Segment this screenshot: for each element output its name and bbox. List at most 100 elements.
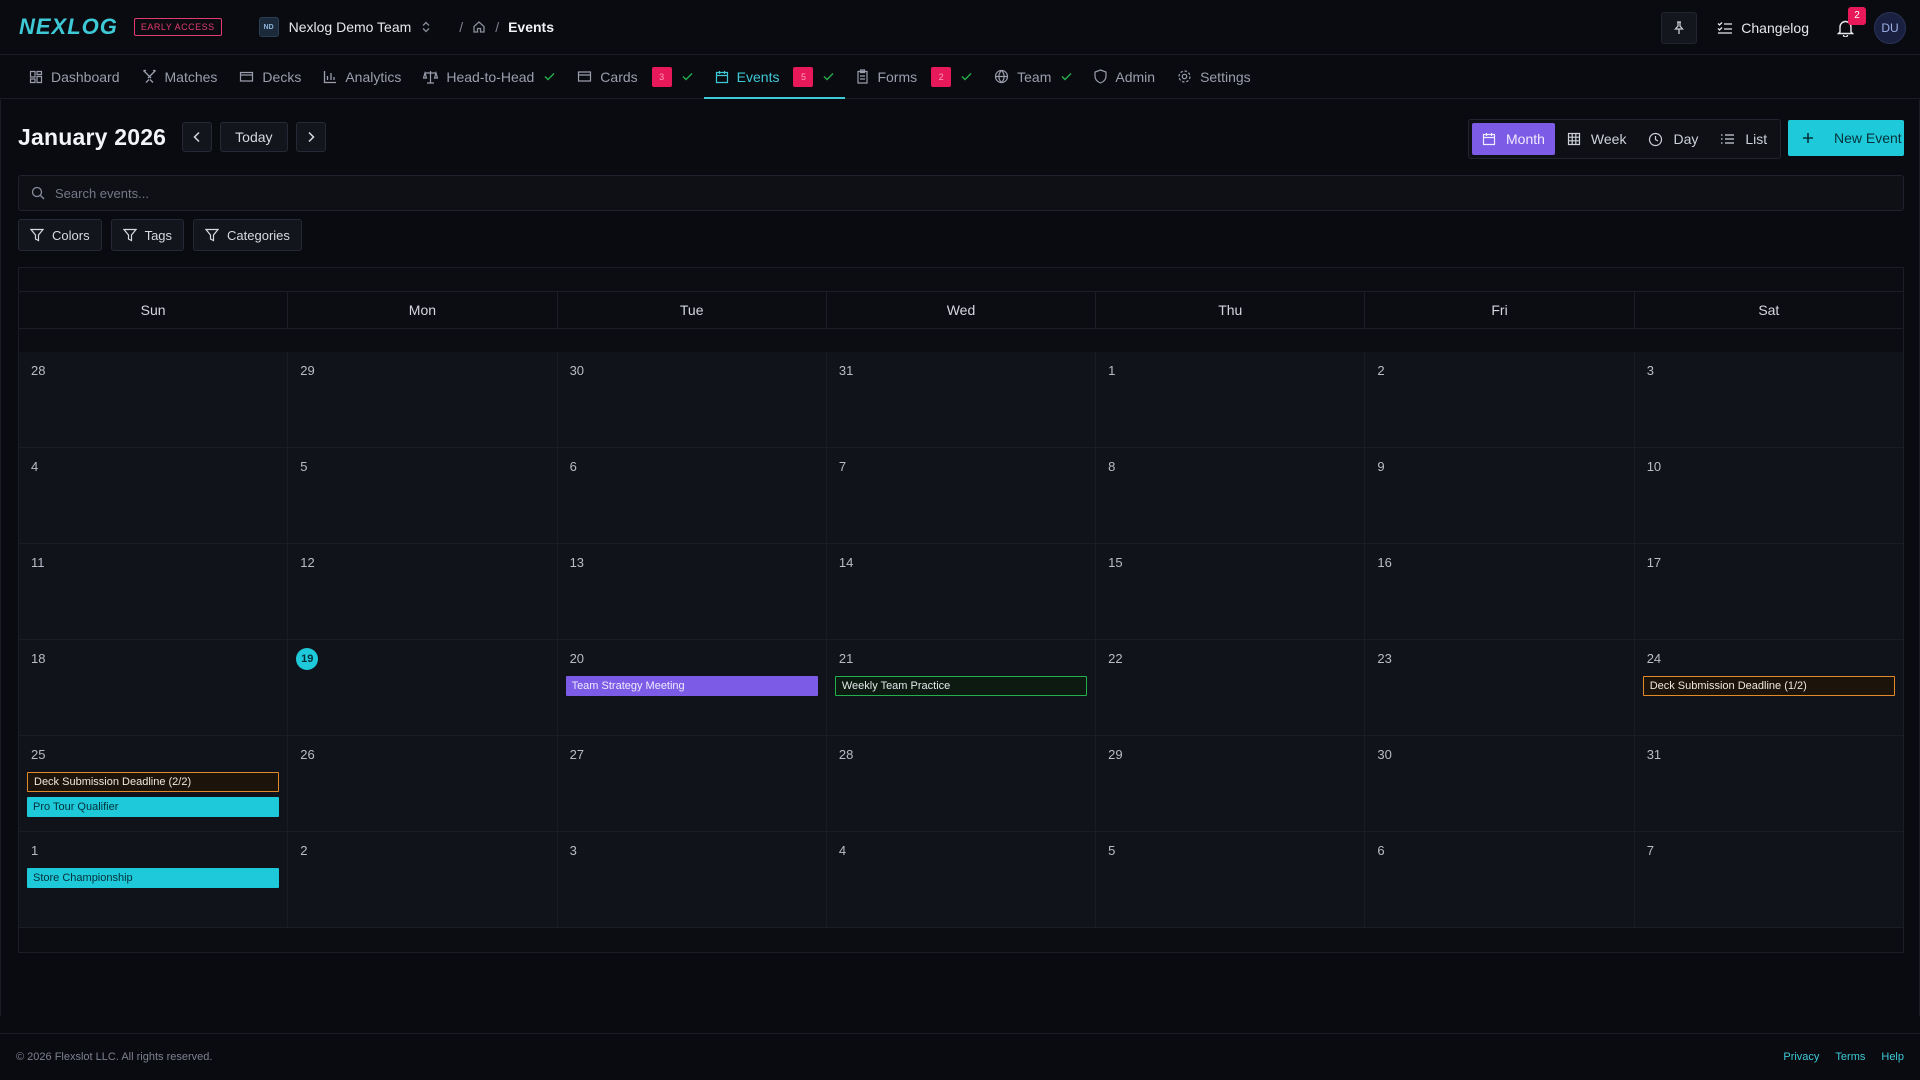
calendar-day-cell[interactable]: 14 [826, 544, 1097, 639]
day-number: 7 [1646, 843, 1654, 858]
topbar-actions: Changelog 2 DU [1661, 0, 1920, 55]
calendar-day-cell[interactable]: 25 Deck Submission Deadline (2/2) Pro Tour… [19, 736, 289, 831]
calendar-day-cell[interactable]: 5 [288, 448, 558, 543]
user-avatar[interactable]: DU [1874, 11, 1906, 44]
nav-matches[interactable]: Matches [131, 55, 229, 98]
view-list-button[interactable]: List [1710, 123, 1777, 155]
calendar-day-cell[interactable]: 30 [1365, 736, 1635, 831]
today-button[interactable]: Today [220, 122, 288, 152]
calendar-day-cell[interactable]: 17 [1634, 544, 1903, 639]
nav-head-to-head[interactable]: Head-to-Head [412, 55, 566, 98]
day-events: Deck Submission Deadline (2/2) Pro Tour Q… [27, 772, 280, 817]
search-input[interactable] [55, 185, 1855, 201]
calendar-day-cell[interactable]: 20 Team Strategy Meeting [557, 640, 827, 735]
team-switcher[interactable]: ND Nexlog Demo Team [258, 17, 432, 37]
calendar-day-cell[interactable]: 18 [19, 640, 289, 735]
calendar-weeks: 28 29 30 31 1 2 3 4 5 6 7 8 9 10 11 12 13 14 15 16 17 18 19 20 T… [19, 352, 1903, 928]
pin-button[interactable] [1661, 11, 1698, 44]
calendar-day-cell[interactable]: 31 [826, 352, 1097, 447]
nav-decks[interactable]: Decks [228, 55, 312, 98]
new-event-button[interactable]: New Event [1788, 120, 1904, 156]
view-week-button[interactable]: Week [1557, 123, 1637, 155]
day-number: 3 [1646, 363, 1654, 378]
calendar-day-cell[interactable]: 23 [1365, 640, 1635, 735]
calendar-day-cell[interactable]: 19 [288, 640, 558, 735]
help-link[interactable]: Help [1881, 1051, 1904, 1063]
calendar-day-cell[interactable]: 9 [1365, 448, 1635, 543]
day-number: 15 [1108, 555, 1123, 570]
nav-settings[interactable]: Settings [1166, 55, 1262, 98]
calendar-event[interactable]: Pro Tour Qualifier [27, 797, 280, 817]
calendar-day-cell[interactable]: 24 Deck Submission Deadline (1/2) [1634, 640, 1903, 735]
calendar-event[interactable]: Store Championship [27, 868, 280, 888]
nav-settings-label: Settings [1200, 68, 1251, 85]
calendar-day-cell[interactable]: 6 [1365, 832, 1635, 927]
terms-link[interactable]: Terms [1835, 1051, 1865, 1063]
calendar-day-cell[interactable]: 15 [1096, 544, 1366, 639]
calendar-day-cell[interactable]: 7 [1634, 832, 1903, 927]
calendar-event[interactable]: Deck Submission Deadline (1/2) [1642, 676, 1895, 696]
cards-count-badge: 3 [651, 66, 672, 87]
calendar-day-cell[interactable]: 26 [288, 736, 558, 831]
calendar-day-cell[interactable]: 8 [1096, 448, 1366, 543]
day-events: Deck Submission Deadline (1/2) [1642, 676, 1895, 696]
day-number: 2 [1377, 363, 1385, 378]
calendar-day-cell[interactable]: 3 [557, 832, 827, 927]
calendar-day-cell[interactable]: 28 [19, 352, 289, 447]
changelog-button[interactable]: Changelog [1717, 20, 1809, 36]
calendar-day-cell[interactable]: 29 [288, 352, 558, 447]
breadcrumb-current: Events [508, 19, 554, 35]
next-month-button[interactable] [295, 122, 326, 152]
calendar-day-cell[interactable]: 1 Store Championship [19, 832, 289, 927]
calendar-day-cell[interactable]: 5 [1096, 832, 1366, 927]
nav-cards[interactable]: Cards 3 [566, 55, 703, 98]
calendar-day-cell[interactable]: 16 [1365, 544, 1635, 639]
nav-forms[interactable]: Forms 2 [845, 55, 983, 98]
tags-filter-button[interactable]: Tags [110, 219, 185, 251]
previous-month-button[interactable] [182, 122, 213, 152]
calendar-day-cell[interactable]: 13 [557, 544, 827, 639]
notifications-button[interactable]: 2 [1837, 6, 1866, 37]
nav-team[interactable]: Team [983, 55, 1083, 98]
calendar-day-cell[interactable]: 4 [19, 448, 289, 543]
home-icon[interactable] [472, 20, 486, 34]
day-number: 25 [31, 747, 46, 762]
calendar-day-cell[interactable]: 3 [1634, 352, 1903, 447]
colors-filter-button[interactable]: Colors [18, 219, 102, 251]
calendar-event[interactable]: Team Strategy Meeting [565, 676, 818, 696]
calendar-day-cell[interactable]: 11 [19, 544, 289, 639]
calendar-day-cell[interactable]: 1 [1096, 352, 1366, 447]
colors-filter-label: Colors [52, 227, 90, 243]
nav-analytics-label: Analytics [345, 68, 402, 85]
calendar-day-cell[interactable]: 6 [557, 448, 827, 543]
calendar-day-cell[interactable]: 22 [1096, 640, 1366, 735]
view-day-button[interactable]: Day [1638, 123, 1708, 155]
day-number: 4 [31, 459, 39, 474]
calendar-day-cell[interactable]: 28 [826, 736, 1097, 831]
filter-icon [122, 228, 137, 242]
nav-events[interactable]: Events 5 [703, 55, 846, 99]
calendar-day-cell[interactable]: 4 [826, 832, 1097, 927]
nexlog-logo[interactable]: NEXLOG [19, 16, 118, 38]
privacy-link[interactable]: Privacy [1783, 1051, 1819, 1063]
view-month-button[interactable]: Month [1472, 123, 1555, 155]
calendar-day-cell[interactable]: 31 [1634, 736, 1903, 831]
calendar-day-cell[interactable]: 21 Weekly Team Practice [826, 640, 1097, 735]
calendar-day-cell[interactable]: 2 [288, 832, 558, 927]
calendar-day-cell[interactable]: 2 [1365, 352, 1635, 447]
weekday-header: Thu [1096, 292, 1366, 328]
calendar-day-cell[interactable]: 12 [288, 544, 558, 639]
calendar-day-cell[interactable]: 7 [826, 448, 1097, 543]
nav-admin[interactable]: Admin [1083, 55, 1166, 98]
calendar-event[interactable]: Deck Submission Deadline (2/2) [27, 772, 280, 792]
calendar-event[interactable]: Weekly Team Practice [834, 676, 1088, 696]
calendar-day-cell[interactable]: 29 [1096, 736, 1366, 831]
day-events: Team Strategy Meeting [565, 676, 818, 696]
categories-filter-button[interactable]: Categories [193, 219, 302, 251]
calendar-day-cell[interactable]: 27 [557, 736, 827, 831]
nav-dashboard[interactable]: Dashboard [18, 55, 131, 98]
calendar-day-cell[interactable]: 30 [557, 352, 827, 447]
weekday-header: Fri [1365, 292, 1635, 328]
nav-analytics[interactable]: Analytics [312, 55, 412, 98]
calendar-day-cell[interactable]: 10 [1634, 448, 1903, 543]
